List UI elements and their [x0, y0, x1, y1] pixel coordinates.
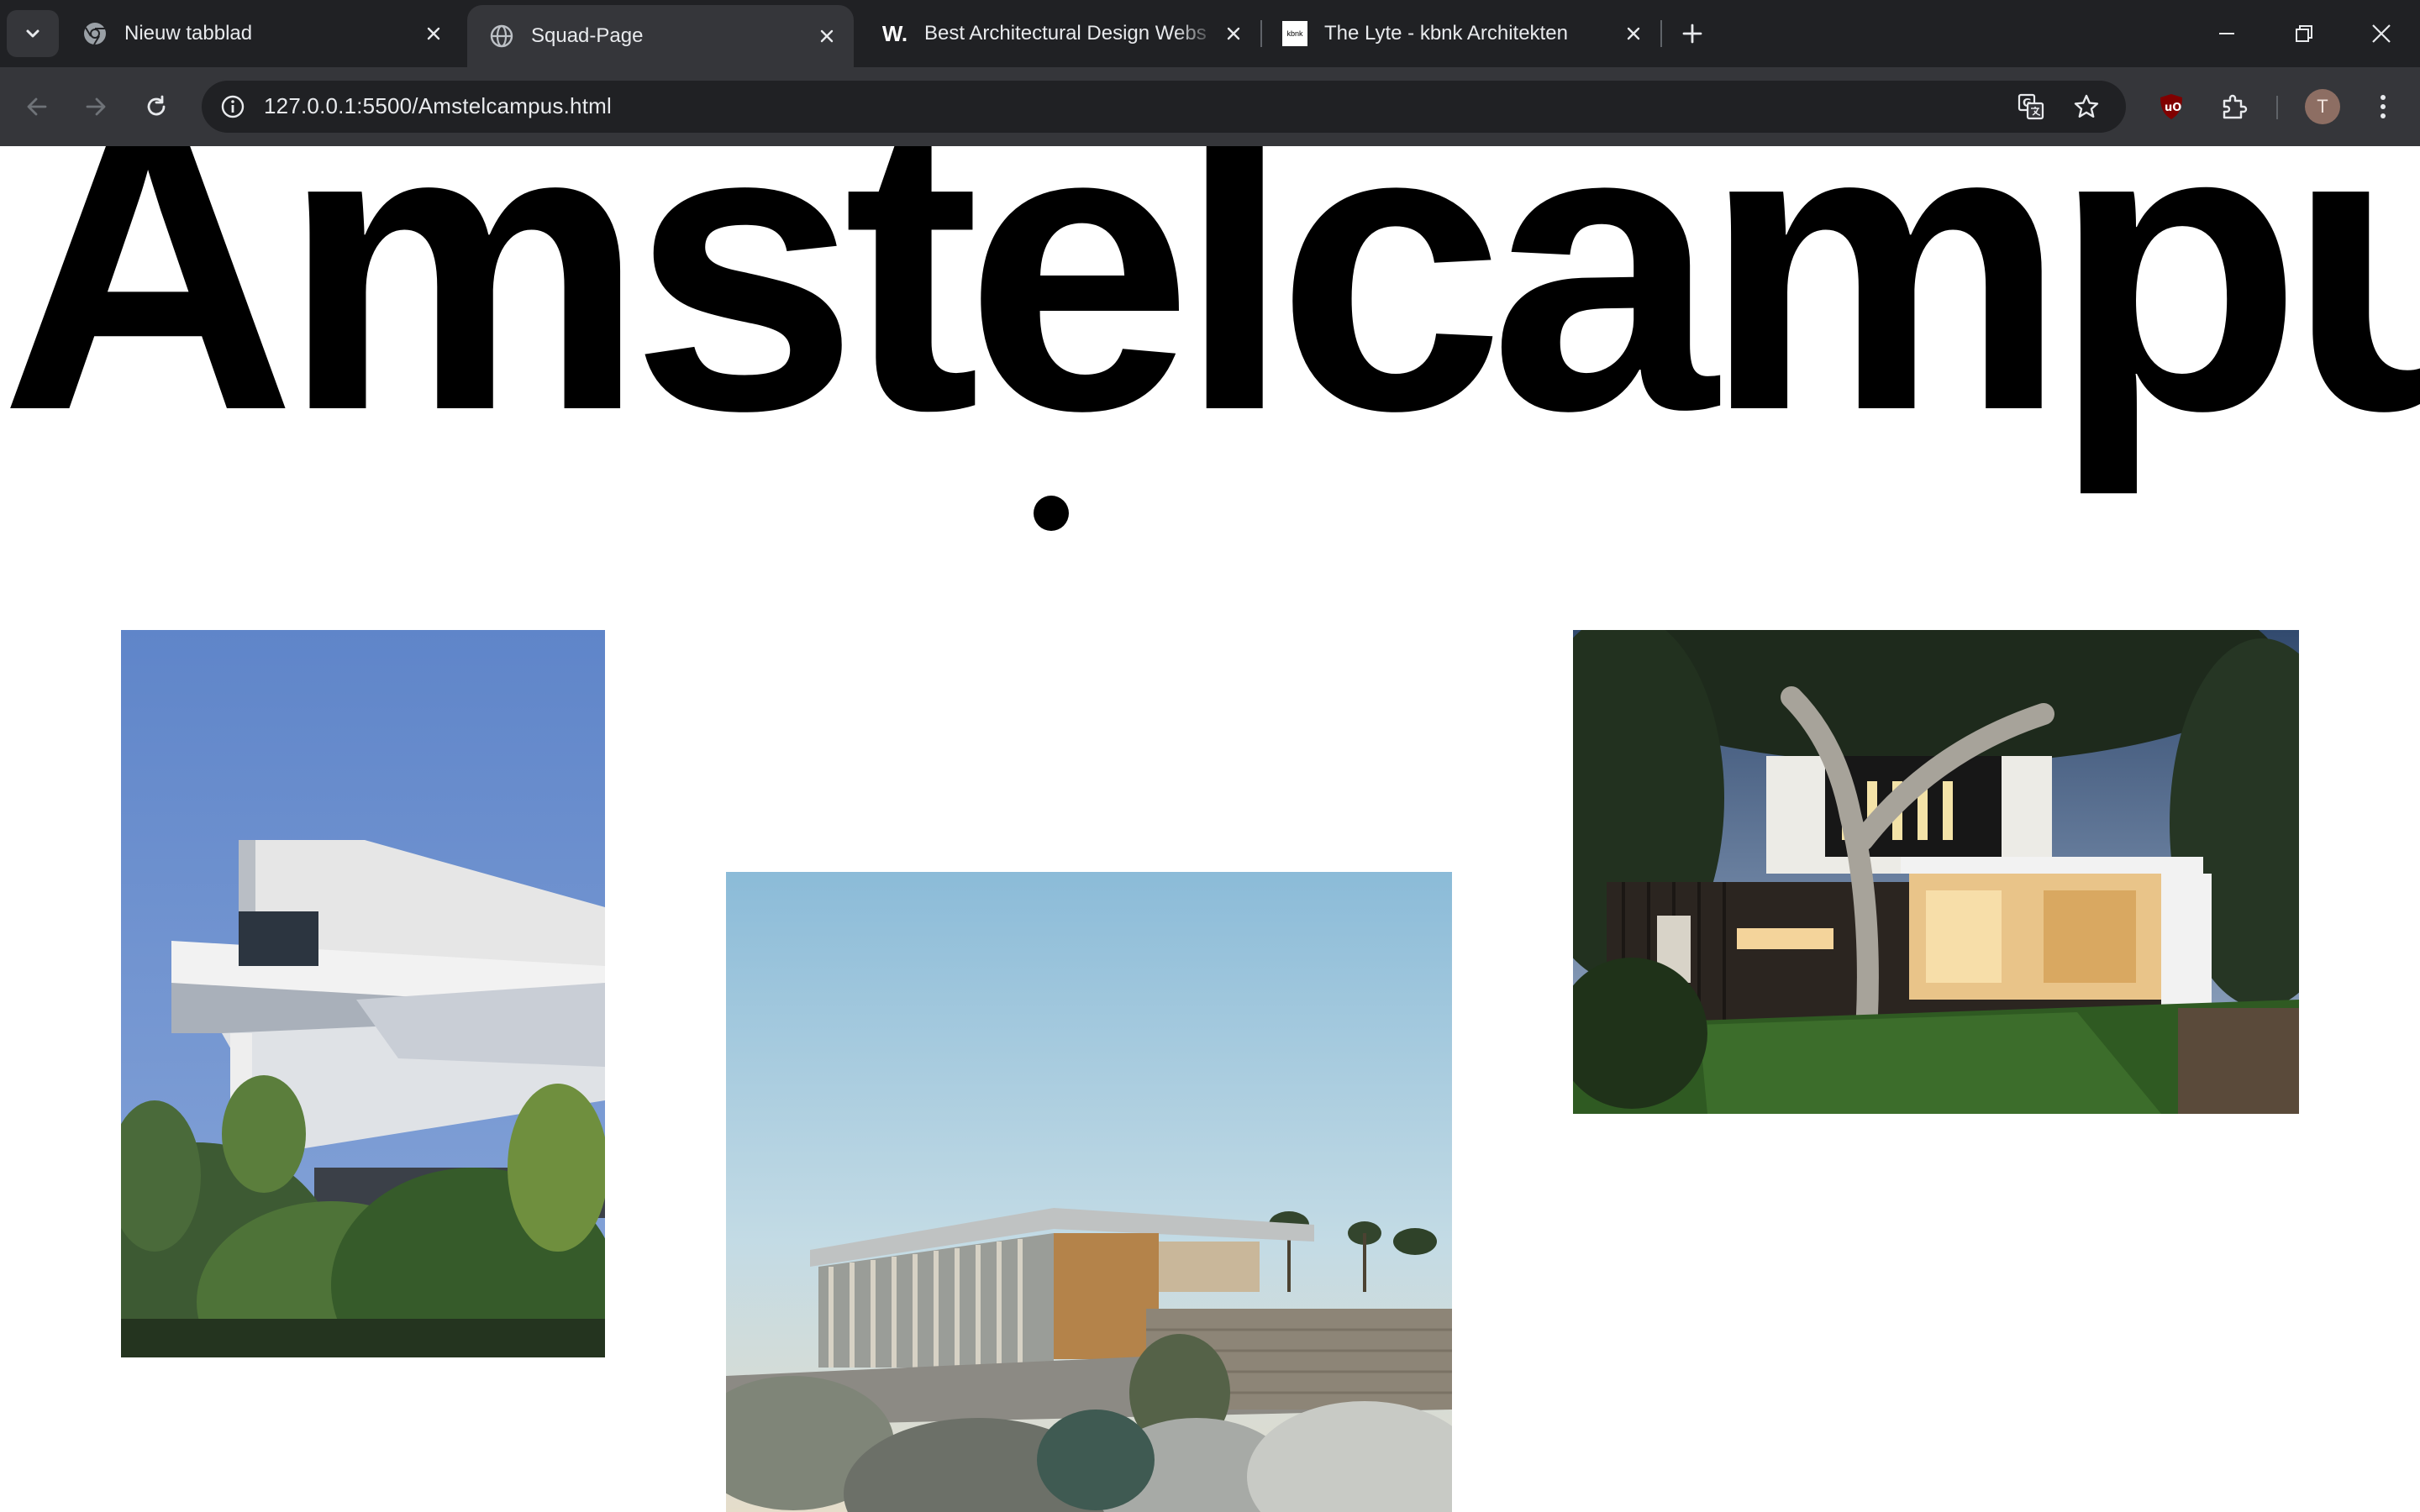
- close-icon: [2372, 24, 2391, 43]
- translate-button[interactable]: G: [2013, 89, 2049, 124]
- info-icon: [221, 95, 245, 118]
- forward-arrow-icon: [86, 97, 106, 116]
- bookmark-button[interactable]: [2069, 89, 2104, 124]
- dark-wood-house-dusk-photo: [1573, 630, 2299, 1114]
- browser-toolbar: 127.0.0.1:5500/Amstelcampus.html G uO T: [0, 67, 2420, 146]
- tab-title: Squad-Page: [531, 24, 644, 47]
- cursor-dot: [1034, 496, 1069, 531]
- restore-icon: [2296, 25, 2312, 42]
- tab-title: The Lyte - kbnk Architekten: [1324, 22, 1568, 45]
- profile-avatar[interactable]: T: [2305, 89, 2340, 124]
- ublock-extension-button[interactable]: uO: [2151, 87, 2191, 127]
- chrome-icon: [82, 21, 108, 46]
- tab-the-lyte[interactable]: kbnk The Lyte - kbnk Architekten: [1260, 0, 1660, 67]
- page-viewport: Amstelcampus: [0, 146, 2420, 1512]
- minimize-button[interactable]: [2188, 0, 2265, 67]
- site-info-button[interactable]: [213, 87, 252, 126]
- forward-button[interactable]: [76, 87, 116, 127]
- close-icon[interactable]: [812, 21, 842, 51]
- close-icon[interactable]: [418, 18, 449, 49]
- back-button[interactable]: [17, 87, 57, 127]
- close-icon[interactable]: [1618, 18, 1649, 49]
- tab-nieuw-tabblad[interactable]: Nieuw tabblad: [60, 0, 460, 67]
- extensions-button[interactable]: [2213, 87, 2254, 127]
- globe-icon: [489, 24, 514, 49]
- chevron-down-icon: [26, 29, 39, 38]
- white-modern-villa-photo: [121, 630, 605, 1357]
- browser-menu-button[interactable]: [2363, 87, 2403, 127]
- ublock-shield-icon: uO: [2160, 94, 2182, 119]
- reload-icon: [147, 95, 166, 116]
- tab-strip: Nieuw tabblad Squad-Page W. Best Archite…: [0, 0, 2420, 67]
- url-text[interactable]: 127.0.0.1:5500/Amstelcampus.html: [264, 93, 612, 119]
- star-icon: [2074, 94, 2099, 118]
- tab-search-button[interactable]: [7, 10, 59, 57]
- translate-icon: G: [2018, 93, 2044, 120]
- kbnk-logo-icon: kbnk: [1282, 21, 1307, 46]
- tab-title: Nieuw tabblad: [124, 22, 253, 45]
- tab-separator: [1660, 20, 1662, 47]
- tab-squad-page[interactable]: Squad-Page: [467, 5, 854, 67]
- new-tab-button[interactable]: [1674, 15, 1711, 52]
- page-title: Amstelcampus: [0, 146, 2420, 496]
- close-icon[interactable]: [1218, 18, 1249, 49]
- desert-modern-house-photo: [726, 872, 1452, 1512]
- svg-text:uO: uO: [2165, 102, 2181, 114]
- tab-best-architectural-design[interactable]: W. Best Architectural Design Webs: [860, 0, 1260, 67]
- minimize-icon: [2219, 33, 2234, 34]
- address-bar[interactable]: 127.0.0.1:5500/Amstelcampus.html G: [202, 81, 2126, 133]
- w-logo-icon: W.: [881, 20, 908, 46]
- kebab-menu-icon: [2381, 95, 2386, 118]
- puzzle-icon: [2223, 94, 2248, 119]
- tab-title: Best Architectural Design Webs: [924, 22, 1207, 45]
- back-arrow-icon: [27, 97, 47, 116]
- close-window-button[interactable]: [2343, 0, 2420, 67]
- reload-button[interactable]: [136, 87, 176, 127]
- plus-icon: [1682, 24, 1702, 44]
- toolbar-separator: [2276, 96, 2278, 119]
- restore-button[interactable]: [2265, 0, 2343, 67]
